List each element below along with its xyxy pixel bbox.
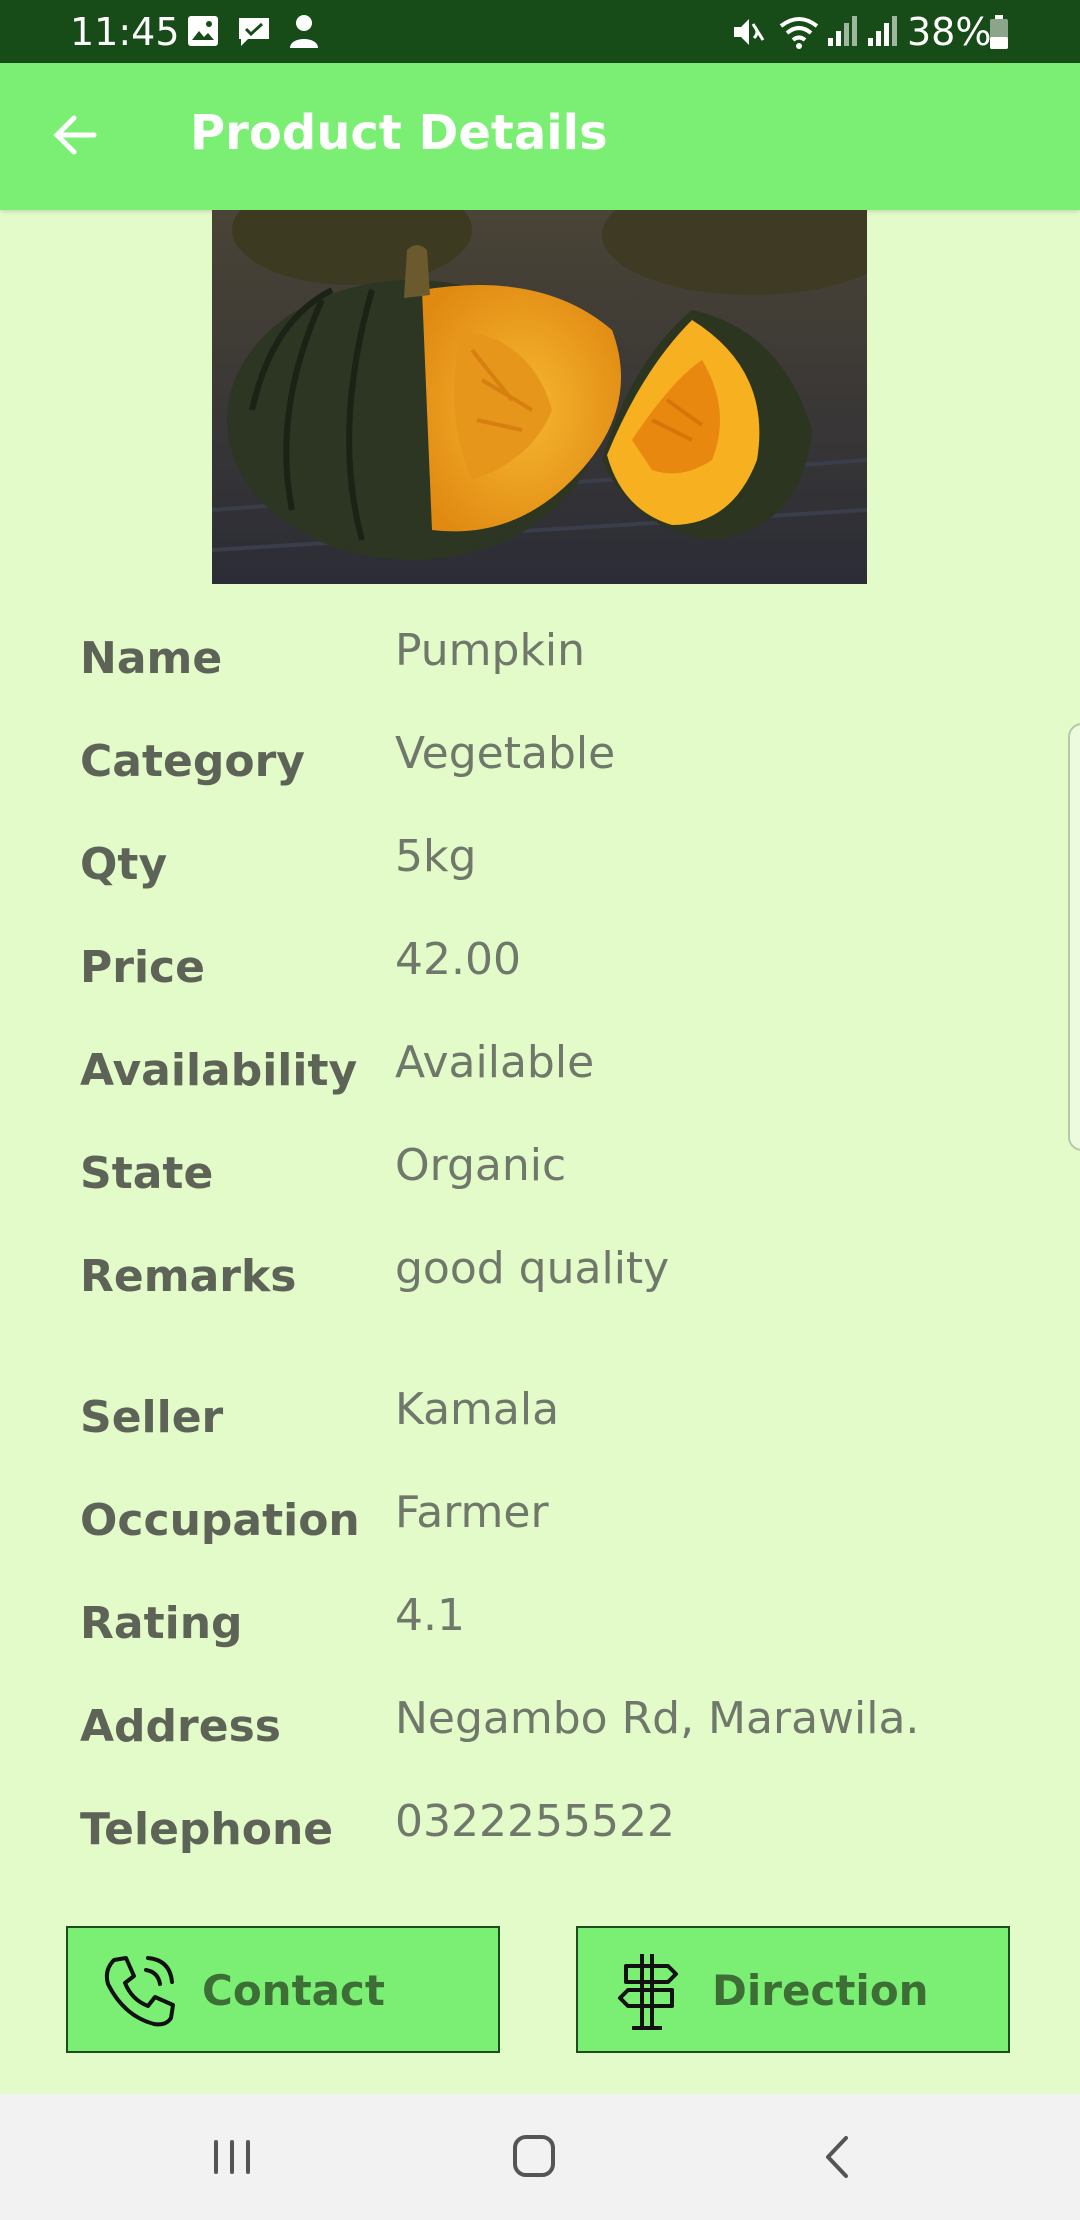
contact-label: Contact (202, 1966, 385, 2015)
wifi-icon (779, 17, 819, 49)
detail-row-state: State Organic (0, 1139, 1080, 1209)
battery-icon (990, 15, 1008, 49)
detail-value: Organic (395, 1140, 567, 1191)
detail-label: Category (80, 736, 305, 787)
seller-value: 0322255522 (395, 1796, 675, 1847)
detail-row-name: Name Pumpkin (0, 624, 1080, 694)
detail-value: Vegetable (395, 728, 616, 779)
battery-percent: 38% (907, 10, 992, 54)
detail-label: State (80, 1148, 214, 1199)
home-icon (513, 2135, 555, 2177)
detail-label: Availability (80, 1045, 358, 1096)
message-icon (239, 18, 269, 46)
detail-value: 42.00 (395, 934, 521, 985)
status-time: 11:45 (70, 10, 180, 54)
detail-value: Available (395, 1037, 595, 1088)
seller-label: Rating (80, 1598, 243, 1649)
seller-value: 4.1 (395, 1590, 465, 1641)
detail-label: Qty (80, 839, 168, 890)
seller-row-name: Seller Kamala (0, 1383, 1080, 1453)
direction-label: Direction (712, 1966, 929, 2015)
image-icon (188, 16, 218, 46)
detail-value: Pumpkin (395, 625, 586, 676)
contact-button[interactable]: Contact (66, 1926, 500, 2053)
seller-row-occupation: Occupation Farmer (0, 1486, 1080, 1556)
detail-label: Remarks (80, 1251, 297, 1302)
seller-value: Negambo Rd, Marawila. (395, 1693, 920, 1744)
detail-label: Price (80, 942, 205, 993)
seller-label: Telephone (80, 1804, 334, 1855)
phone-icon (104, 1956, 175, 2027)
detail-label: Name (80, 633, 223, 684)
seller-label: Address (80, 1701, 281, 1752)
system-nav-bar (0, 2094, 1080, 2220)
signal-icon (828, 16, 857, 46)
back-button[interactable] (40, 99, 112, 171)
page-title: Product Details (190, 105, 608, 161)
detail-value: good quality (395, 1243, 670, 1294)
nav-back-button[interactable] (798, 2124, 878, 2190)
signal-icon (868, 16, 897, 46)
status-bar: 11:45 38% (0, 0, 1080, 63)
seller-row-telephone: Telephone 0322255522 (0, 1795, 1080, 1865)
seller-label: Occupation (80, 1495, 360, 1546)
seller-value: Kamala (395, 1384, 560, 1435)
detail-row-remarks: Remarks good quality (0, 1242, 1080, 1312)
detail-value: 5kg (395, 831, 477, 882)
seller-label: Seller (80, 1392, 224, 1443)
recent-apps-icon (214, 2140, 250, 2174)
seller-value: Farmer (395, 1487, 549, 1538)
detail-row-price: Price 42.00 (0, 933, 1080, 1003)
home-button[interactable] (494, 2124, 574, 2190)
direction-button[interactable]: Direction (576, 1926, 1010, 2053)
back-icon (826, 2136, 848, 2178)
mute-icon (734, 19, 765, 45)
product-image (212, 210, 867, 584)
signpost-icon (618, 1954, 678, 2030)
detail-row-category: Category Vegetable (0, 727, 1080, 797)
scroll-indicator[interactable] (1068, 723, 1080, 1151)
seller-row-rating: Rating 4.1 (0, 1589, 1080, 1659)
detail-row-qty: Qty 5kg (0, 830, 1080, 900)
seller-row-address: Address Negambo Rd, Marawila. (0, 1692, 1080, 1762)
arrow-left-icon (53, 115, 97, 155)
person-icon (290, 15, 318, 48)
detail-row-availability: Availability Available (0, 1036, 1080, 1106)
recent-apps-button[interactable] (192, 2124, 272, 2190)
app-bar: Product Details (0, 63, 1080, 210)
